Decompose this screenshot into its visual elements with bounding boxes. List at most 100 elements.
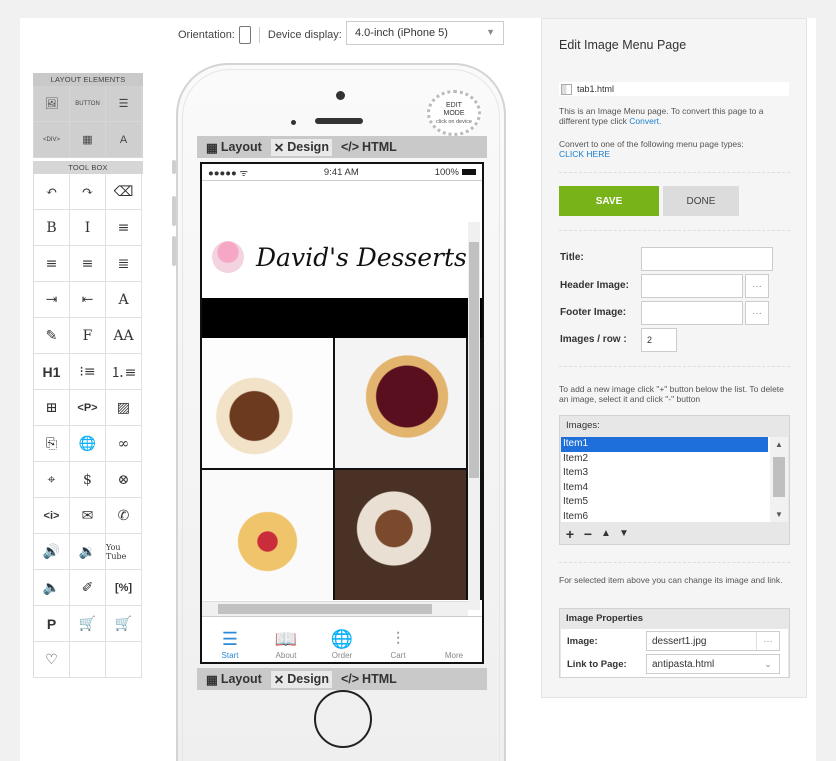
remove-item-button[interactable]: − [579,525,597,542]
paragraph-icon[interactable]: <P> [70,390,106,426]
insert-image-icon[interactable]: ▨ [106,390,142,426]
list-icon[interactable]: ☰ [106,86,142,122]
list-item[interactable]: Item2 [561,452,768,467]
list-item[interactable]: Item6 [561,510,768,523]
nav-item-start[interactable]: ☰ Start [205,627,255,660]
indent-icon[interactable]: ⇥ [34,282,70,318]
vertical-scrollbar[interactable] [468,222,480,610]
images-list-scrollbar[interactable]: ▲ ▼ [770,437,788,522]
scroll-up-icon[interactable]: ▲ [775,440,783,449]
menu-image-pastry[interactable] [202,470,333,600]
div-icon[interactable]: <DIV> [34,122,70,158]
image-input[interactable]: dessert1.jpg ··· [646,631,780,651]
nav-item-cart[interactable]: ⫶ Cart [373,627,423,660]
align-center-icon[interactable]: ≡ [34,246,70,282]
file-link-icon[interactable]: ⎘ [34,426,70,462]
click-here-link[interactable]: CLICK HERE [559,149,794,159]
image-browse-button[interactable]: ··· [756,632,779,650]
tab-design[interactable]: ✕ Design [270,138,332,156]
cart-upload-icon[interactable]: 🛒 [106,606,142,642]
list-item[interactable]: Item1 [561,437,768,452]
heading-icon[interactable]: H1 [34,354,70,390]
map-icon[interactable]: ⌖ [34,462,70,498]
align-left-icon[interactable]: ≡ [106,210,142,246]
header-image[interactable]: David's Desserts [202,216,482,298]
portrait-phone-icon[interactable] [238,26,251,44]
insert-table-icon[interactable]: ⊞ [34,390,70,426]
add-to-cart-icon[interactable]: 🛒 [70,606,106,642]
unlink-icon[interactable]: ⊗ [106,462,142,498]
menu-image-tiramisu[interactable] [335,470,466,600]
done-button[interactable]: DONE [663,186,739,216]
button-icon[interactable]: BUTTON [70,86,106,122]
vertical-scroll-thumb[interactable] [469,242,479,478]
tab-html[interactable]: </> HTML [338,139,400,155]
images-listbox[interactable]: Item1 Item2 Item3 Item4 Item5 Item6 ▲ ▼ [561,437,788,522]
tab-html-bottom[interactable]: </> HTML [338,671,400,687]
eraser-icon[interactable]: ⌫ [106,174,142,210]
scroll-down-icon[interactable]: ▼ [775,510,783,519]
footer-image-input[interactable] [641,301,743,325]
form-icon[interactable]: ✐ [70,570,106,606]
font-color-icon[interactable]: A [106,282,142,318]
code-icon[interactable]: <i> [34,498,70,534]
convert-link[interactable]: Convert. [629,116,661,126]
italic-icon[interactable]: I [70,210,106,246]
table-icon[interactable]: ▦ [70,122,106,158]
highlight-icon[interactable]: ✎ [34,318,70,354]
paypal-icon[interactable]: P [34,606,70,642]
font-family-icon[interactable]: F [70,318,106,354]
justify-icon[interactable]: ≣ [106,246,142,282]
image-icon[interactable]: 🖼 [34,86,70,122]
redo-icon[interactable]: ↷ [70,174,106,210]
tab-layout[interactable]: ▦ Layout [203,139,265,156]
text-icon[interactable]: A [106,122,142,158]
menu-image-berry-tart[interactable] [335,338,466,468]
audio-mp3-icon[interactable]: 🔊 [34,534,70,570]
title-input[interactable] [641,247,773,271]
tab-design-bottom[interactable]: ✕ Design [270,670,332,688]
nav-item-order[interactable]: 🌐 Order [317,627,367,660]
font-size-icon[interactable]: AA [106,318,142,354]
link-icon[interactable]: ∞ [106,426,142,462]
bullet-list-icon[interactable]: ⁝≡ [70,354,106,390]
images-per-row-input[interactable]: 2 [641,328,677,352]
home-button[interactable] [314,690,372,748]
web-link-icon[interactable]: 🌐 [70,426,106,462]
header-image-browse-button[interactable]: ··· [745,274,769,298]
move-down-button[interactable]: ▼ [615,525,633,542]
edit-mode-badge[interactable]: EDIT MODE click on device [427,90,481,136]
save-button[interactable]: SAVE [559,186,659,216]
favorite-add-icon[interactable]: ♡ [34,642,70,678]
page-preview[interactable]: David's Desserts [202,216,482,617]
device-display-select[interactable]: 4.0-inch (iPhone 5) ▼ [346,21,504,45]
move-up-button[interactable]: ▲ [597,525,615,542]
list-item[interactable]: Item4 [561,481,768,496]
link-to-page-select[interactable]: antipasta.html ⌄ [646,654,780,674]
percent-icon[interactable]: [%] [106,570,142,606]
phone-call-icon[interactable]: ✆ [106,498,142,534]
bold-icon[interactable]: B [34,210,70,246]
undo-icon[interactable]: ↶ [34,174,70,210]
horizontal-scroll-thumb[interactable] [218,604,432,614]
nav-item-more[interactable]: More [429,627,479,660]
image-input-value: dessert1.jpg [652,635,707,647]
numbered-list-icon[interactable]: ⒈≡ [106,354,142,390]
audio-icon[interactable]: 🔉 [70,534,106,570]
audio-wav-icon[interactable]: 🔈 [34,570,70,606]
add-item-button[interactable]: + [561,525,579,542]
tab-layout-bottom[interactable]: ▦ Layout [203,671,265,688]
email-icon[interactable]: ✉ [70,498,106,534]
list-item[interactable]: Item5 [561,495,768,510]
outdent-icon[interactable]: ⇤ [70,282,106,318]
images-list-scroll-thumb[interactable] [773,457,785,497]
payment-icon[interactable]: $ [70,462,106,498]
footer-image-browse-button[interactable]: ··· [745,301,769,325]
list-item[interactable]: Item3 [561,466,768,481]
menu-image-cake[interactable] [202,338,333,468]
header-image-input[interactable] [641,274,743,298]
nav-item-about[interactable]: 📖 About [261,627,311,660]
youtube-icon[interactable]: You Tube [106,534,142,570]
horizontal-scrollbar[interactable] [202,601,468,616]
align-right-icon[interactable]: ≡ [70,246,106,282]
